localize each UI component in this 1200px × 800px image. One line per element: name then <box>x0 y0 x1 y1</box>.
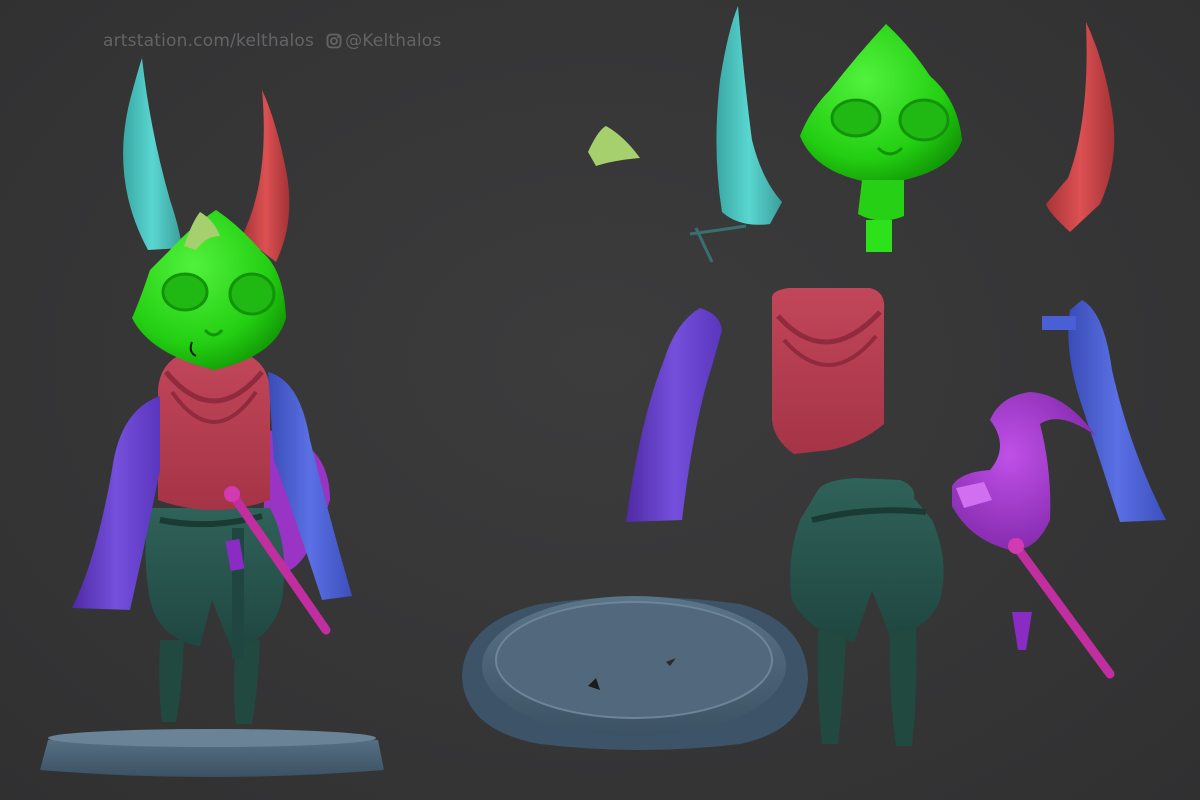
part-pants <box>790 478 944 746</box>
assembled-character <box>40 58 384 777</box>
assembled-legs <box>159 640 260 724</box>
assembled-red-horn <box>242 90 290 262</box>
assembled-left-sleeve <box>72 396 160 610</box>
part-left-sleeve <box>626 308 722 522</box>
assembled-teal-horn <box>123 58 182 250</box>
assembled-scarf <box>158 352 270 510</box>
part-head <box>800 24 962 252</box>
part-pedestal <box>462 596 808 750</box>
exploded-parts <box>462 6 1166 750</box>
part-scarf <box>771 288 885 454</box>
part-hair-tuft <box>588 126 640 166</box>
sculpt-render-canvas: artstation.com/kelthalos @Kelthalos <box>0 0 1200 800</box>
part-red-horn <box>1046 22 1115 232</box>
sculpt-scene <box>40 6 1166 777</box>
part-hat <box>952 392 1096 551</box>
part-teal-horn <box>689 6 782 263</box>
assembled-pedestal <box>40 729 384 777</box>
part-flute <box>1008 538 1115 679</box>
assembled-pants <box>145 508 285 658</box>
